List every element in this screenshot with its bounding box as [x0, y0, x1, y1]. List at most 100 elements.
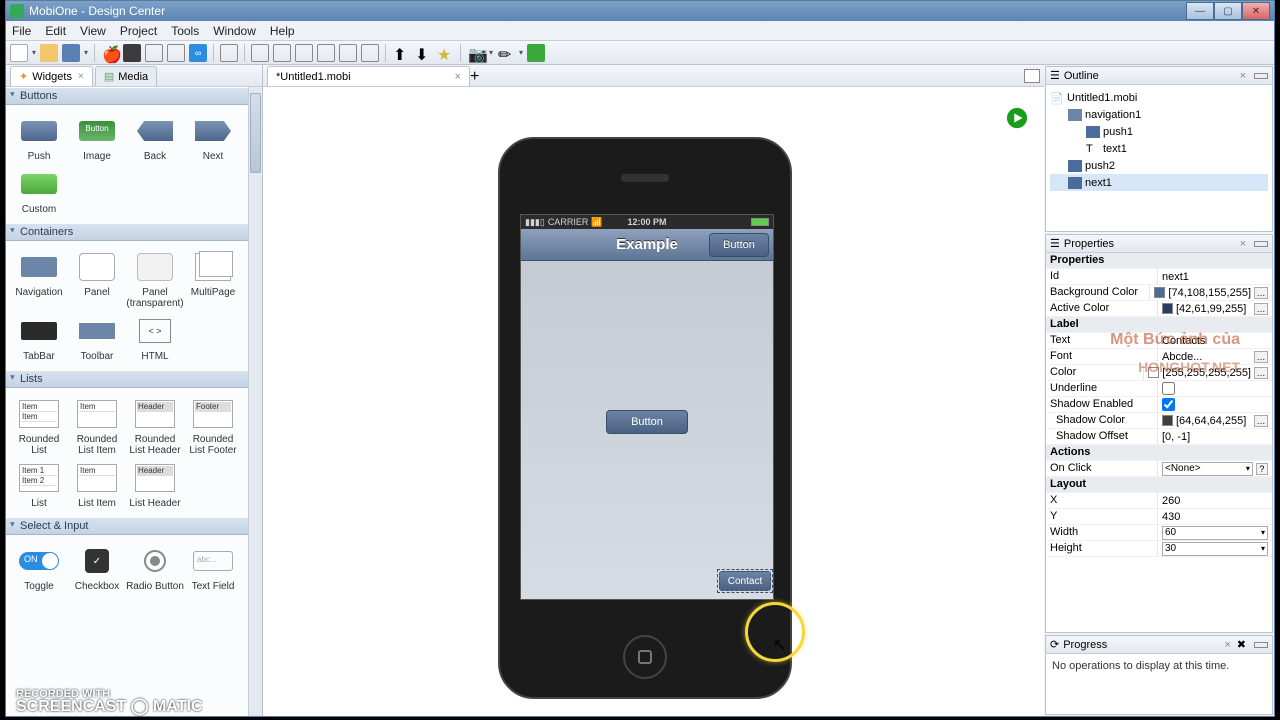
menu-tools[interactable]: Tools [171, 24, 199, 38]
phone-icon[interactable] [123, 44, 141, 62]
menu-window[interactable]: Window [213, 24, 256, 38]
align-top-icon[interactable] [317, 44, 335, 62]
outline-navigation[interactable]: navigation1 [1085, 109, 1141, 121]
widget-list[interactable]: Item 1Item 2List [10, 460, 68, 509]
menu-help[interactable]: Help [270, 24, 295, 38]
prop-x[interactable]: 260 [1158, 493, 1272, 508]
outline-next1[interactable]: next1 [1085, 177, 1112, 189]
minimize-button[interactable]: — [1186, 2, 1214, 20]
contact-button[interactable]: Contact [719, 571, 771, 591]
canvas[interactable]: ▮▮▮▯CARRIER📶 12:00 PM Example Button But… [263, 87, 1044, 716]
close-icon[interactable]: × [78, 71, 84, 82]
camera-icon[interactable]: 📷 [467, 44, 485, 62]
align-bottom-icon[interactable] [361, 44, 379, 62]
prop-onclick[interactable]: <None>▾? [1158, 461, 1272, 476]
tablet2-icon[interactable] [167, 44, 185, 62]
widget-rounded-list-footer[interactable]: FooterRounded List Footer [184, 396, 242, 456]
widget-panel-transparent[interactable]: Panel (transparent) [126, 249, 184, 309]
new-tab-button[interactable]: + [470, 68, 479, 86]
widget-back[interactable]: Back [126, 113, 184, 162]
widget-textfield[interactable]: abc...Text Field [184, 543, 242, 592]
run-icon[interactable] [527, 44, 545, 62]
home-button[interactable] [623, 635, 667, 679]
prop-height[interactable]: 30▾ [1158, 541, 1272, 556]
widget-rounded-list-item[interactable]: ItemRounded List Item [68, 396, 126, 456]
menu-project[interactable]: Project [120, 24, 157, 38]
widget-next[interactable]: Next [184, 113, 242, 162]
prop-shadow-color[interactable]: [64,64,64,255]… [1158, 413, 1272, 428]
outline-push2[interactable]: push2 [1085, 160, 1115, 172]
category-lists[interactable]: Lists [6, 370, 262, 388]
prop-shadow-offset[interactable]: [0, -1] [1158, 429, 1272, 444]
bring-front-icon[interactable]: ⬆ [392, 44, 410, 62]
widget-rounded-list-header[interactable]: HeaderRounded List Header [126, 396, 184, 456]
prop-underline[interactable] [1158, 381, 1272, 396]
save-icon[interactable] [62, 44, 80, 62]
prop-shadow-enabled[interactable] [1158, 397, 1272, 412]
widget-toggle[interactable]: Toggle [10, 543, 68, 592]
widget-list-item[interactable]: ItemList Item [68, 460, 126, 509]
prop-id[interactable]: next1 [1158, 269, 1272, 284]
widget-checkbox[interactable]: ✓Checkbox [68, 543, 126, 592]
align-left-icon[interactable] [251, 44, 269, 62]
close-icon[interactable]: × [1240, 238, 1246, 250]
close-icon[interactable]: × [1240, 70, 1246, 82]
new-icon[interactable] [10, 44, 28, 62]
widget-panel[interactable]: Panel [68, 249, 126, 309]
prop-color[interactable]: [255,255,255,255]… [1144, 365, 1272, 380]
send-back-icon[interactable]: ⬇ [414, 44, 432, 62]
outline-root[interactable]: Untitled1.mobi [1067, 92, 1137, 104]
widget-toolbar[interactable]: Toolbar [68, 313, 126, 362]
close-button[interactable]: ✕ [1242, 2, 1270, 20]
open-icon[interactable] [40, 44, 58, 62]
widget-multipage[interactable]: MultiPage [184, 249, 242, 309]
apple-icon[interactable]: 🍎 [101, 44, 119, 62]
prop-active[interactable]: [42,61,99,255]… [1158, 301, 1272, 316]
widget-tabbar[interactable]: TabBar [10, 313, 68, 362]
maximize-button[interactable]: ▢ [1214, 2, 1242, 20]
button-icon [1086, 126, 1100, 138]
widget-list-header[interactable]: HeaderList Header [126, 460, 184, 509]
battery-icon [751, 218, 769, 226]
wand-icon[interactable]: ✏ [497, 44, 515, 62]
widget-navigation[interactable]: Navigation [10, 249, 68, 309]
widget-radio[interactable]: Radio Button [126, 543, 184, 592]
menu-file[interactable]: File [12, 24, 31, 38]
prop-text[interactable]: Contacts [1158, 333, 1272, 348]
align-right-icon[interactable] [295, 44, 313, 62]
close-icon[interactable]: × [455, 71, 461, 83]
prop-width[interactable]: 60▾ [1158, 525, 1272, 540]
center-button[interactable]: Button [606, 410, 688, 434]
nav-button[interactable]: Button [709, 233, 769, 257]
prop-font[interactable]: Abcde...… [1158, 349, 1272, 364]
category-select-input[interactable]: Select & Input [6, 517, 262, 535]
prop-bg[interactable]: [74,108,155,255]… [1150, 285, 1272, 300]
align-mid-icon[interactable] [339, 44, 357, 62]
scrollbar[interactable] [248, 87, 262, 716]
align-center-icon[interactable] [273, 44, 291, 62]
grid-icon[interactable] [220, 44, 238, 62]
menu-view[interactable]: View [80, 24, 106, 38]
category-containers[interactable]: Containers [6, 223, 262, 241]
outline-text1[interactable]: text1 [1103, 143, 1127, 155]
menu-edit[interactable]: Edit [45, 24, 66, 38]
widget-image[interactable]: Image [68, 113, 126, 162]
link-icon[interactable]: ∞ [189, 44, 207, 62]
maximize-editor-button[interactable] [1024, 69, 1040, 83]
category-buttons[interactable]: Buttons [6, 87, 262, 105]
outline-push1[interactable]: push1 [1103, 126, 1133, 138]
tablet-icon[interactable] [145, 44, 163, 62]
tab-media[interactable]: ▤Media [95, 66, 157, 86]
widget-rounded-list[interactable]: ItemItemRounded List [10, 396, 68, 456]
phone-screen[interactable]: ▮▮▮▯CARRIER📶 12:00 PM Example Button But… [520, 214, 774, 600]
play-icon[interactable] [1006, 107, 1028, 129]
widget-custom[interactable]: Custom [10, 166, 68, 215]
clear-icon[interactable]: ✖ [1237, 638, 1246, 651]
prop-y[interactable]: 430 [1158, 509, 1272, 524]
widget-push[interactable]: Push [10, 113, 68, 162]
tab-widgets[interactable]: ✦Widgets× [10, 66, 93, 86]
tab-untitled[interactable]: *Untitled1.mobi× [267, 66, 470, 86]
widget-html[interactable]: < >HTML [126, 313, 184, 362]
star-icon[interactable]: ★ [436, 44, 454, 62]
close-icon[interactable]: × [1224, 639, 1230, 651]
